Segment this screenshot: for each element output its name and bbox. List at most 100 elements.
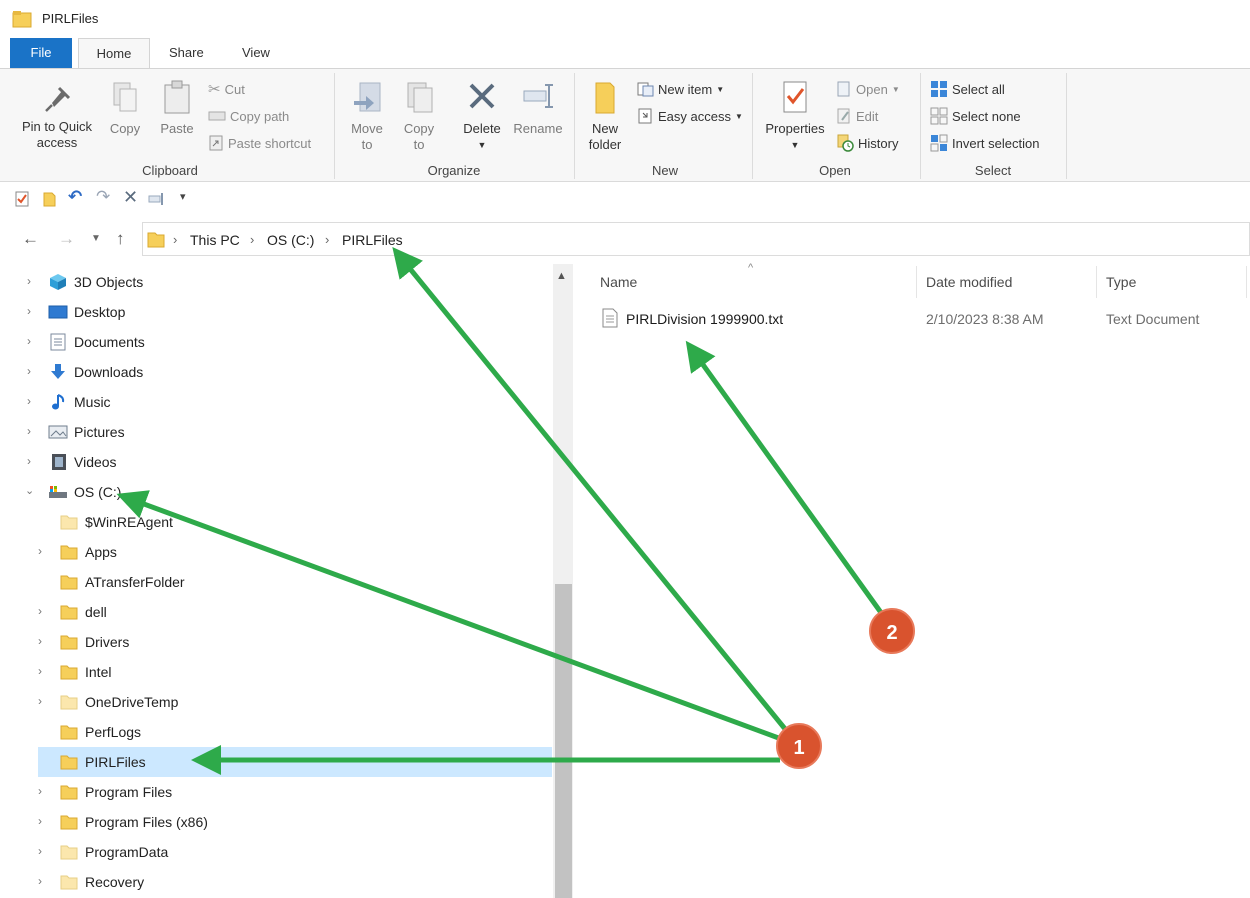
redo-icon[interactable]: ↷: [96, 187, 110, 207]
column-divider[interactable]: [1246, 266, 1247, 298]
nav-item-atransferfolder[interactable]: ATransferFolder: [0, 567, 552, 597]
downloads-icon: [51, 364, 65, 379]
recent-locations-icon[interactable]: ▼: [91, 233, 101, 244]
chevron-right-icon[interactable]: ›: [27, 454, 31, 468]
customize-toolbar-icon[interactable]: ▾: [180, 190, 186, 203]
paste-button[interactable]: Paste: [154, 79, 200, 137]
pin-to-quick-access-button[interactable]: Pin to Quick access: [12, 83, 102, 151]
nav-item-onedrivetemp[interactable]: › OneDriveTemp: [0, 687, 552, 717]
invert-selection-button[interactable]: Invert selection: [930, 133, 1039, 153]
properties-icon[interactable]: [14, 191, 30, 207]
column-header-name[interactable]: Name: [600, 274, 637, 290]
nav-item-perflogs[interactable]: PerfLogs: [0, 717, 552, 747]
chevron-right-icon[interactable]: ›: [38, 694, 42, 708]
nav-item-downloads[interactable]: › Downloads: [0, 357, 552, 387]
chevron-right-icon: ›: [325, 232, 330, 247]
folder-icon: [595, 82, 615, 114]
nav-item-program-files-x86[interactable]: › Program Files (x86): [0, 807, 552, 837]
paste-shortcut-button[interactable]: Paste shortcut: [208, 133, 311, 153]
chevron-right-icon[interactable]: ›: [27, 394, 31, 408]
chevron-right-icon[interactable]: ›: [38, 874, 42, 888]
chevron-right-icon[interactable]: ›: [27, 424, 31, 438]
rename-button[interactable]: Rename: [510, 79, 566, 137]
tab-view[interactable]: View: [228, 38, 284, 68]
nav-item-winreagent[interactable]: $WinREAgent: [0, 507, 552, 537]
breadcrumb-this-pc[interactable]: This PC: [190, 232, 240, 248]
tab-home[interactable]: Home: [78, 38, 150, 69]
undo-icon[interactable]: ↶: [68, 187, 82, 207]
nav-item-os-c[interactable]: ⌄ OS (C:): [0, 477, 552, 507]
chevron-right-icon[interactable]: ›: [27, 304, 31, 318]
nav-item-desktop[interactable]: › Desktop: [0, 297, 552, 327]
nav-item-drivers[interactable]: › Drivers: [0, 627, 552, 657]
delete-icon[interactable]: ✕: [123, 187, 138, 208]
new-folder-button[interactable]: New folder: [582, 79, 628, 153]
copy-button[interactable]: Copy: [104, 79, 146, 137]
chevron-right-icon[interactable]: ›: [38, 814, 42, 828]
move-to-button[interactable]: Move to: [344, 79, 390, 153]
chevron-right-icon[interactable]: ›: [38, 604, 42, 618]
title-bar: PIRLFiles: [0, 0, 1250, 38]
chevron-right-icon[interactable]: ›: [38, 664, 42, 678]
chevron-right-icon[interactable]: ›: [38, 844, 42, 858]
documents-icon: [50, 333, 66, 351]
column-divider[interactable]: [1096, 266, 1097, 298]
rename-icon[interactable]: [148, 191, 166, 207]
chevron-down-icon[interactable]: ⌄: [25, 484, 34, 497]
nav-item-pictures[interactable]: › Pictures: [0, 417, 552, 447]
select-none-button[interactable]: Select none: [930, 106, 1021, 126]
file-name: PIRLDivision 1999900.txt: [626, 311, 784, 327]
nav-item-dell[interactable]: › dell: [0, 597, 552, 627]
copy-icon: [113, 82, 137, 112]
nav-item-documents[interactable]: › Documents: [0, 327, 552, 357]
forward-arrow-icon[interactable]: →: [58, 229, 75, 249]
new-item-button[interactable]: New item ▼: [636, 79, 724, 99]
table-row[interactable]: PIRLDivision 1999900.txt 2/10/2023 8:38 …: [594, 304, 1244, 334]
nav-item-programdata[interactable]: › ProgramData: [0, 837, 552, 867]
tab-file[interactable]: File: [10, 38, 72, 68]
select-all-button[interactable]: Select all: [930, 79, 1005, 99]
delete-button[interactable]: Delete ▼: [456, 79, 508, 153]
group-divider: [334, 73, 335, 179]
breadcrumb-os-c[interactable]: OS (C:): [267, 232, 314, 248]
nav-item-3d-objects[interactable]: › 3D Objects: [0, 267, 552, 297]
breadcrumb-pirlfiles[interactable]: PIRLFiles: [342, 232, 403, 248]
nav-item-intel[interactable]: › Intel: [0, 657, 552, 687]
chevron-right-icon[interactable]: ›: [38, 544, 42, 558]
scroll-up-icon[interactable]: ▲: [556, 270, 567, 282]
nav-item-program-files[interactable]: › Program Files: [0, 777, 552, 807]
scrollbar-thumb[interactable]: [555, 584, 572, 898]
nav-item-music[interactable]: › Music: [0, 387, 552, 417]
open-button[interactable]: Open ▼: [836, 79, 900, 99]
folder-icon: [60, 815, 78, 830]
address-bar[interactable]: › This PC › OS (C:) › PIRLFiles: [142, 222, 1250, 256]
chevron-right-icon[interactable]: ›: [38, 784, 42, 798]
history-button[interactable]: History: [836, 133, 898, 153]
chevron-right-icon[interactable]: ›: [38, 634, 42, 648]
music-icon: [52, 394, 65, 410]
chevron-right-icon: ›: [250, 232, 255, 247]
group-divider: [920, 73, 921, 179]
edit-button[interactable]: Edit: [836, 106, 878, 126]
navigation-pane: › 3D Objects › Desktop › Documents › Dow…: [0, 264, 552, 898]
properties-icon: [783, 81, 807, 113]
chevron-right-icon[interactable]: ›: [27, 274, 31, 288]
column-header-date-modified[interactable]: Date modified: [926, 274, 1012, 290]
back-arrow-icon[interactable]: ←: [22, 229, 39, 249]
new-folder-icon[interactable]: [42, 191, 58, 207]
nav-item-recovery[interactable]: › Recovery: [0, 867, 552, 897]
properties-button[interactable]: Properties ▼: [760, 79, 830, 153]
cut-button[interactable]: ✂ Cut: [208, 79, 245, 99]
chevron-right-icon[interactable]: ›: [27, 334, 31, 348]
easy-access-button[interactable]: Easy access ▼: [636, 106, 743, 126]
tab-share[interactable]: Share: [155, 38, 218, 68]
nav-item-videos[interactable]: › Videos: [0, 447, 552, 477]
copy-to-button[interactable]: Copy to: [396, 79, 442, 153]
column-header-type[interactable]: Type: [1106, 274, 1136, 290]
copy-path-button[interactable]: Copy path: [208, 106, 289, 126]
up-arrow-icon[interactable]: ↑: [116, 229, 125, 249]
nav-item-apps[interactable]: › Apps: [0, 537, 552, 567]
column-divider[interactable]: [916, 266, 917, 298]
chevron-right-icon[interactable]: ›: [27, 364, 31, 378]
nav-item-pirlfiles[interactable]: PIRLFiles: [38, 747, 552, 777]
